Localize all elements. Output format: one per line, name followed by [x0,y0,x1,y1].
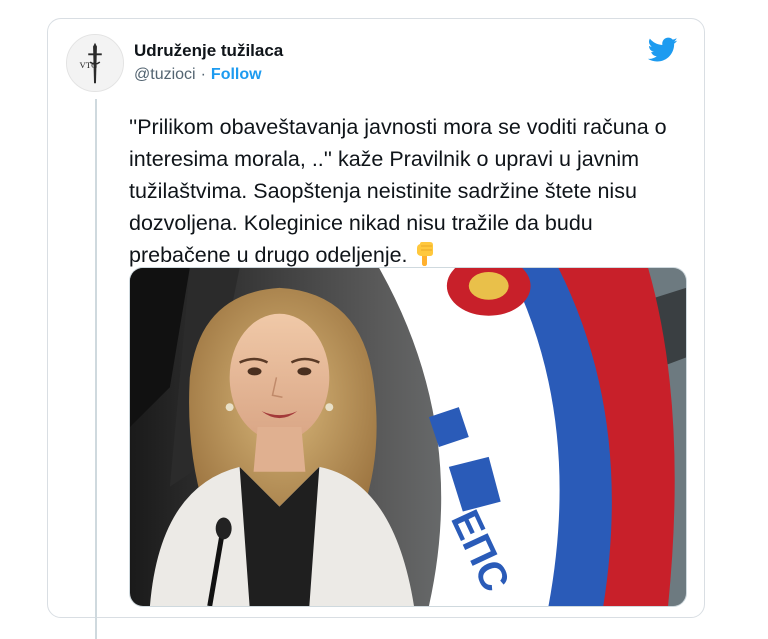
pointing-down-emoji-icon [416,242,433,266]
tweet-media-photo[interactable]: ЕПС [129,267,687,607]
account-avatar[interactable]: VTG [66,34,124,92]
tweet-card: VTG Udruženje tužilaca @tuzioci · Follow '… [47,18,705,639]
handle-separator: · [200,66,206,83]
handle-row: @tuzioci · Follow [134,66,262,84]
twitter-bird-icon[interactable] [648,37,678,63]
follow-link[interactable]: Follow [211,66,262,83]
photo-icon: ЕПС [130,268,686,606]
account-handle[interactable]: @tuzioci [134,66,196,83]
avatar-v-letter: VTG [80,60,98,70]
tweet-body: ''Prilikom obaveštavanja javnosti mora s… [129,115,667,267]
tweet-text: ''Prilikom obaveštavanja javnosti mora s… [129,111,689,271]
avatar-logo-icon: VTG [67,35,123,91]
display-name[interactable]: Udruženje tužilaca [134,41,283,61]
thread-line [95,99,97,639]
